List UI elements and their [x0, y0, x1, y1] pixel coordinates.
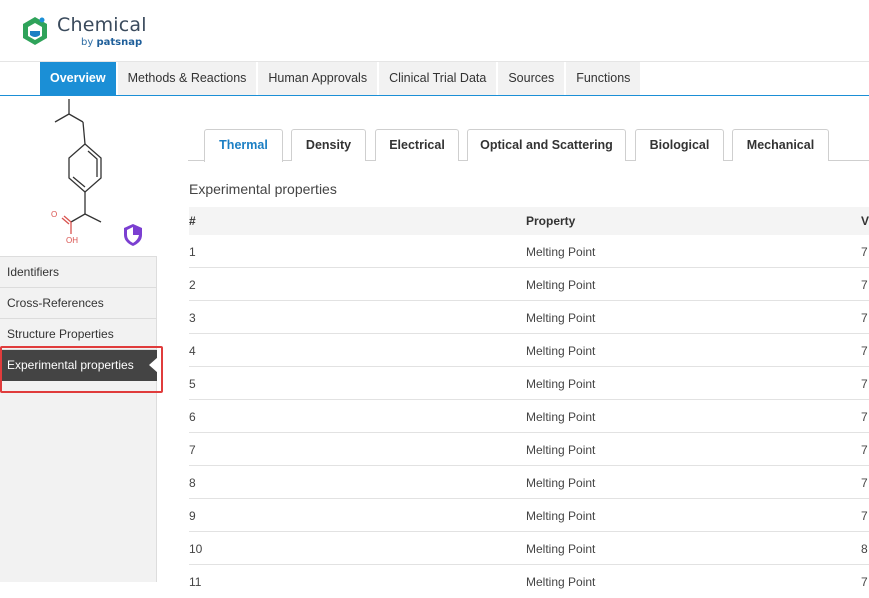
tab-sources[interactable]: Sources [498, 62, 566, 95]
cell-property: Melting Point [526, 311, 595, 325]
sidebar-item-cross-references[interactable]: Cross-References [0, 288, 157, 319]
cell-num: 7 [189, 443, 196, 457]
cell-num: 11 [189, 575, 201, 589]
cell-num: 6 [189, 410, 196, 424]
property-tabs: Thermal Density Electrical Optical and S… [188, 129, 869, 161]
cell-value: 7 [861, 575, 868, 589]
table-row: 10 Melting Point 8 [189, 532, 869, 565]
cell-value: 7 [861, 344, 868, 358]
section-title: Experimental properties [189, 181, 337, 197]
tab-human-approvals[interactable]: Human Approvals [258, 62, 379, 95]
table-row: 5 Melting Point 7 [189, 367, 869, 400]
table-row: 1 Melting Point 7 [189, 235, 869, 268]
oxygen-label: O [51, 210, 57, 219]
table-header: # Property V [189, 207, 869, 235]
cell-value: 7 [861, 245, 868, 259]
cell-value: 8 [861, 542, 868, 556]
tab-functions[interactable]: Functions [566, 62, 642, 95]
structure-image[interactable]: O OH [0, 96, 157, 257]
cell-property: Melting Point [526, 509, 595, 523]
cell-value: 7 [861, 509, 868, 523]
cell-value: 7 [861, 443, 868, 457]
cell-property: Melting Point [526, 278, 595, 292]
cell-property: Melting Point [526, 410, 595, 424]
cell-property: Melting Point [526, 377, 595, 391]
cell-num: 2 [189, 278, 196, 292]
cell-num: 5 [189, 377, 196, 391]
table-row: 6 Melting Point 7 [189, 400, 869, 433]
tab-overview[interactable]: Overview [40, 62, 118, 95]
cell-property: Melting Point [526, 542, 595, 556]
header-property[interactable]: Property [526, 214, 575, 228]
hydroxyl-label: OH [66, 236, 78, 245]
chemical-logo-icon[interactable] [20, 15, 50, 47]
shield-icon[interactable] [122, 223, 144, 247]
header-num[interactable]: # [189, 214, 196, 228]
cell-value: 7 [861, 278, 868, 292]
cell-property: Melting Point [526, 344, 595, 358]
sidebar: O OH Identifiers Cross-References Struct… [0, 96, 157, 582]
tab-mechanical[interactable]: Mechanical [732, 129, 829, 161]
tab-density[interactable]: Density [291, 129, 366, 161]
sidebar-item-identifiers[interactable]: Identifiers [0, 257, 157, 288]
table-row: 7 Melting Point 7 [189, 433, 869, 466]
brand-name: Chemical [57, 14, 147, 36]
tab-optical-scattering[interactable]: Optical and Scattering [467, 129, 626, 161]
cell-num: 1 [189, 245, 196, 259]
cell-num: 3 [189, 311, 196, 325]
cell-value: 7 [861, 476, 868, 490]
table-row: 3 Melting Point 7 [189, 301, 869, 334]
tab-electrical[interactable]: Electrical [375, 129, 459, 161]
selection-highlight [0, 346, 163, 393]
brand-sub-name: patsnap [96, 37, 142, 48]
table-row: 2 Melting Point 7 [189, 268, 869, 301]
app-header: Chemical by patsnap [0, 0, 869, 62]
cell-property: Melting Point [526, 476, 595, 490]
brand-subtitle: by patsnap [81, 37, 142, 48]
cell-num: 8 [189, 476, 196, 490]
table-row: 4 Melting Point 7 [189, 334, 869, 367]
cell-value: 7 [861, 311, 868, 325]
main-content: Thermal Density Electrical Optical and S… [157, 96, 869, 582]
cell-num: 10 [189, 542, 202, 556]
tab-clinical-trial-data[interactable]: Clinical Trial Data [379, 62, 498, 95]
header-value[interactable]: V [861, 214, 869, 228]
cell-num: 9 [189, 509, 196, 523]
cell-property: Melting Point [526, 443, 595, 457]
tab-thermal[interactable]: Thermal [204, 129, 283, 162]
cell-value: 7 [861, 410, 868, 424]
cell-property: Melting Point [526, 245, 595, 259]
cell-property: Melting Point [526, 575, 595, 589]
table-row: 8 Melting Point 7 [189, 466, 869, 499]
cell-num: 4 [189, 344, 196, 358]
tab-methods-reactions[interactable]: Methods & Reactions [118, 62, 259, 95]
brand-sub-prefix: by [81, 37, 96, 48]
top-navigation: Overview Methods & Reactions Human Appro… [0, 62, 869, 96]
tab-biological[interactable]: Biological [635, 129, 724, 161]
table-row: 9 Melting Point 7 [189, 499, 869, 532]
cell-value: 7 [861, 377, 868, 391]
